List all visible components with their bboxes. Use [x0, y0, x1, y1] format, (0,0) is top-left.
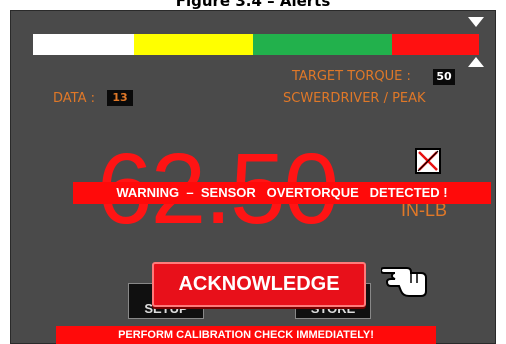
torque-level-bar [33, 34, 479, 55]
target-torque-label: TARGET TORQUE : [292, 69, 411, 84]
acknowledge-button[interactable]: ACKNOWLEDGE [152, 262, 366, 307]
mode-label: SCWERDRIVER / PEAK [283, 91, 426, 106]
pointing-hand-icon [379, 253, 431, 303]
data-label: DATA : [53, 91, 96, 106]
sensor-crossed-icon [415, 148, 441, 174]
overtorque-warning-banner: WARNING – SENSOR OVERTORQUE DETECTED ! [73, 182, 491, 204]
torque-panel: TARGET TORQUE : 50 SCWERDRIVER / PEAK DA… [10, 10, 496, 344]
peak-marker-bottom-icon [468, 57, 484, 67]
figure-caption-text: Figure 3.4 – Alerts [175, 0, 331, 10]
data-value: 13 [107, 90, 133, 106]
calibration-alert-banner: PERFORM CALIBRATION CHECK IMMEDIATELY! [56, 326, 436, 344]
figure-caption: Figure 3.4 – Alerts [0, 0, 506, 10]
target-torque-value: 50 [433, 69, 455, 85]
level-segment-white [33, 34, 134, 55]
level-segment-green [253, 34, 392, 55]
level-segment-yellow [134, 34, 253, 55]
peak-marker-top-icon [468, 17, 484, 27]
level-segment-red [392, 34, 479, 55]
